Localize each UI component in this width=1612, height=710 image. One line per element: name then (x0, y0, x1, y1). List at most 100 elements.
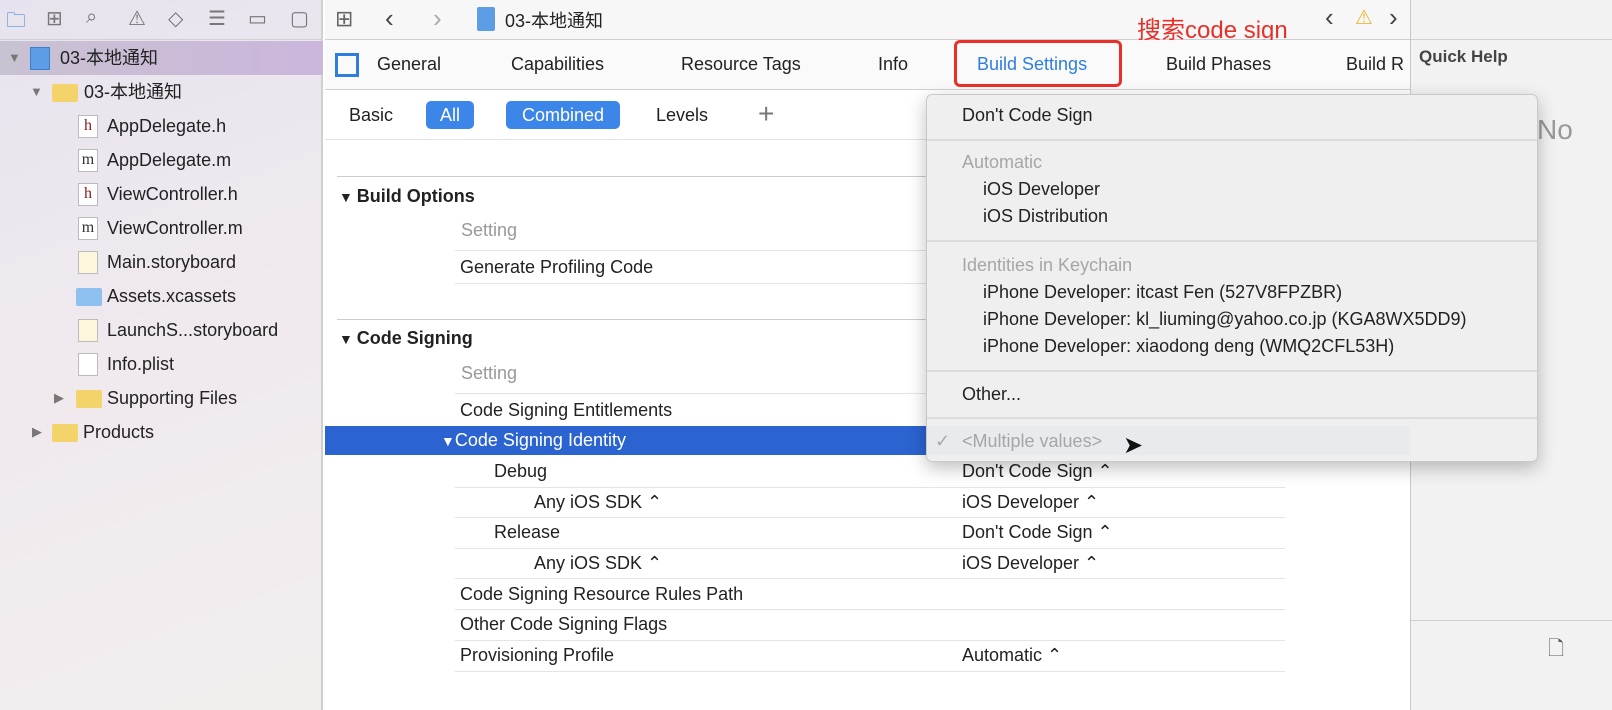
tab-capabilities[interactable]: Capabilities (511, 54, 604, 75)
release-sdk-selector[interactable]: Any iOS SDK ⌃ (534, 548, 662, 578)
release-sdk-value[interactable]: iOS Developer ⌃ (962, 548, 1099, 578)
storyboard-icon (78, 319, 98, 342)
project-name: 03-本地通知 (60, 48, 159, 68)
file-row[interactable]: h AppDelegate.h (0, 109, 323, 143)
next-issue-icon[interactable]: › (1389, 2, 1398, 33)
menu-item-ios-developer[interactable]: iOS Developer (983, 179, 1100, 200)
group-row[interactable]: ▶ Products (0, 415, 323, 449)
menu-item-identity[interactable]: iPhone Developer: kl_liuming@yahoo.co.jp… (983, 309, 1467, 330)
disclosure-triangle-icon[interactable]: ▼ (30, 75, 43, 109)
tag-icon[interactable]: ▭ (248, 6, 267, 31)
menu-header-keychain: Identities in Keychain (962, 255, 1133, 275)
search-icon[interactable]: ⌕ (86, 6, 97, 29)
menu-item-identity[interactable]: iPhone Developer: xiaodong deng (WMQ2CFL… (983, 336, 1394, 357)
forward-icon[interactable]: › (433, 3, 442, 34)
menu-header-automatic: Automatic (962, 152, 1043, 172)
tab-info[interactable]: Info (878, 54, 908, 75)
grid-icon[interactable]: ⊞ (335, 6, 353, 32)
filter-all[interactable]: All (426, 101, 475, 129)
setting-generate-profiling-code[interactable]: Generate Profiling Code (460, 252, 653, 282)
list-icon[interactable]: ☰ (208, 6, 226, 31)
menu-item-ios-distribution[interactable]: iOS Distribution (983, 206, 1108, 227)
file-row[interactable]: Main.storyboard (0, 245, 323, 279)
disclosure-triangle-icon[interactable]: ▼ (441, 433, 455, 449)
warning-icon[interactable]: ⚠ (1355, 5, 1373, 30)
assets-icon (76, 288, 102, 306)
project-row[interactable]: ▼ 03-本地通知 (0, 41, 323, 75)
tab-build-phases[interactable]: Build Phases (1166, 54, 1271, 75)
filter-basic[interactable]: Basic (333, 101, 409, 129)
menu-separator (927, 240, 1537, 242)
setting-provisioning-profile[interactable]: Provisioning Profile (460, 640, 614, 670)
section-build-options[interactable]: ▼ Build Options (339, 181, 475, 211)
tab-general[interactable]: General (377, 54, 441, 75)
back-icon[interactable]: ‹ (385, 3, 394, 34)
quick-help-title: Quick Help (1419, 47, 1508, 66)
previous-issue-icon[interactable]: ‹ (1325, 2, 1334, 33)
project-icon (30, 47, 50, 70)
divider (1411, 620, 1612, 621)
menu-separator (927, 417, 1537, 419)
project-navigator: 🗀 ⊞ ⌕ ⚠ ◇ ☰ ▭ ▢ ▼ 03-本地通知 ▼ 03-本地通知 h App… (0, 0, 323, 710)
filter-levels[interactable]: Levels (640, 101, 724, 129)
jump-bar: ⊞ ‹ › 03-本地通知 搜索code sign ‹ ⚠ › (325, 0, 1410, 44)
file-template-icon[interactable]: 🗋 (1548, 634, 1564, 668)
file-name: LaunchS...storyboard (107, 320, 279, 340)
group-name: Supporting Files (107, 388, 238, 408)
source-file-icon: m (78, 217, 98, 240)
tab-build-rules[interactable]: Build R (1346, 54, 1404, 75)
file-name: ViewController.m (107, 218, 243, 238)
quick-help-message: No (1537, 114, 1573, 145)
tab-build-settings[interactable]: Build Settings (977, 54, 1087, 75)
disclosure-triangle-icon[interactable]: ▼ (339, 189, 357, 205)
tab-resource-tags[interactable]: Resource Tags (681, 54, 801, 75)
debug-sdk-value[interactable]: iOS Developer ⌃ (962, 487, 1099, 517)
disclosure-triangle-icon[interactable]: ▶ (54, 381, 64, 415)
menu-item-identity[interactable]: iPhone Developer: itcast Fen (527V8FPZBR… (983, 282, 1342, 303)
filter-combined[interactable]: Combined (506, 101, 621, 129)
section-code-signing[interactable]: ▼ Code Signing (339, 323, 473, 353)
menu-separator (927, 370, 1537, 372)
file-row[interactable]: m ViewController.m (0, 211, 323, 245)
file-name: Assets.xcassets (107, 286, 237, 306)
menu-item-other[interactable]: Other... (962, 384, 1021, 405)
plist-icon (78, 353, 98, 376)
folder-icon (52, 84, 78, 102)
menu-item-multiple-values[interactable]: <Multiple values> (962, 431, 1102, 452)
debug-sdk-selector[interactable]: Any iOS SDK ⌃ (534, 487, 662, 517)
divider (455, 517, 1285, 518)
file-name: Info.plist (107, 354, 175, 374)
sidebar-toggle-icon[interactable] (335, 53, 359, 77)
hierarchy-icon[interactable]: ⊞ (46, 6, 63, 31)
file-row[interactable]: m AppDelegate.m (0, 143, 323, 177)
menu-item-dont-code-sign[interactable]: Don't Code Sign (962, 105, 1093, 126)
setting-other-code-signing-flags[interactable]: Other Code Signing Flags (460, 609, 667, 639)
disclosure-triangle-icon[interactable]: ▼ (339, 331, 357, 347)
checkmark-icon: ✓ (935, 431, 951, 451)
setting-resource-rules-path[interactable]: Code Signing Resource Rules Path (460, 579, 743, 609)
file-row[interactable]: h ViewController.h (0, 177, 323, 211)
folder-icon[interactable]: 🗀 (6, 6, 26, 40)
divider (455, 671, 1285, 672)
file-row[interactable]: Info.plist (0, 347, 323, 381)
disclosure-triangle-icon[interactable]: ▶ (32, 415, 42, 449)
breakpoint-icon[interactable]: ◇ (168, 6, 183, 31)
mouse-cursor-icon: ➤ (1123, 432, 1144, 459)
breadcrumb[interactable]: 03-本地通知 (505, 7, 603, 33)
group-row[interactable]: ▼ 03-本地通知 (0, 75, 323, 109)
section-title: Code Signing (356, 328, 473, 348)
group-row[interactable]: ▶ Supporting Files (0, 381, 323, 415)
section-title: Build Options (356, 186, 475, 206)
release-value[interactable]: Don't Code Sign ⌃ (962, 517, 1113, 547)
setting-code-signing-entitlements[interactable]: Code Signing Entitlements (460, 395, 672, 425)
code-signing-identity-menu: Don't Code Sign Automatic iOS Developer … (926, 94, 1538, 462)
warning-icon[interactable]: ⚠ (128, 6, 146, 31)
add-setting-button[interactable]: + (758, 98, 774, 130)
provisioning-value[interactable]: Automatic ⌃ (962, 640, 1062, 670)
tab-bar: General Capabilities Resource Tags Info … (325, 40, 1410, 90)
disclosure-triangle-icon[interactable]: ▼ (8, 41, 21, 75)
chat-icon[interactable]: ▢ (290, 6, 309, 31)
file-row[interactable]: Assets.xcassets (0, 279, 323, 313)
header-file-icon: h (78, 115, 98, 138)
file-row[interactable]: LaunchS...storyboard (0, 313, 323, 347)
